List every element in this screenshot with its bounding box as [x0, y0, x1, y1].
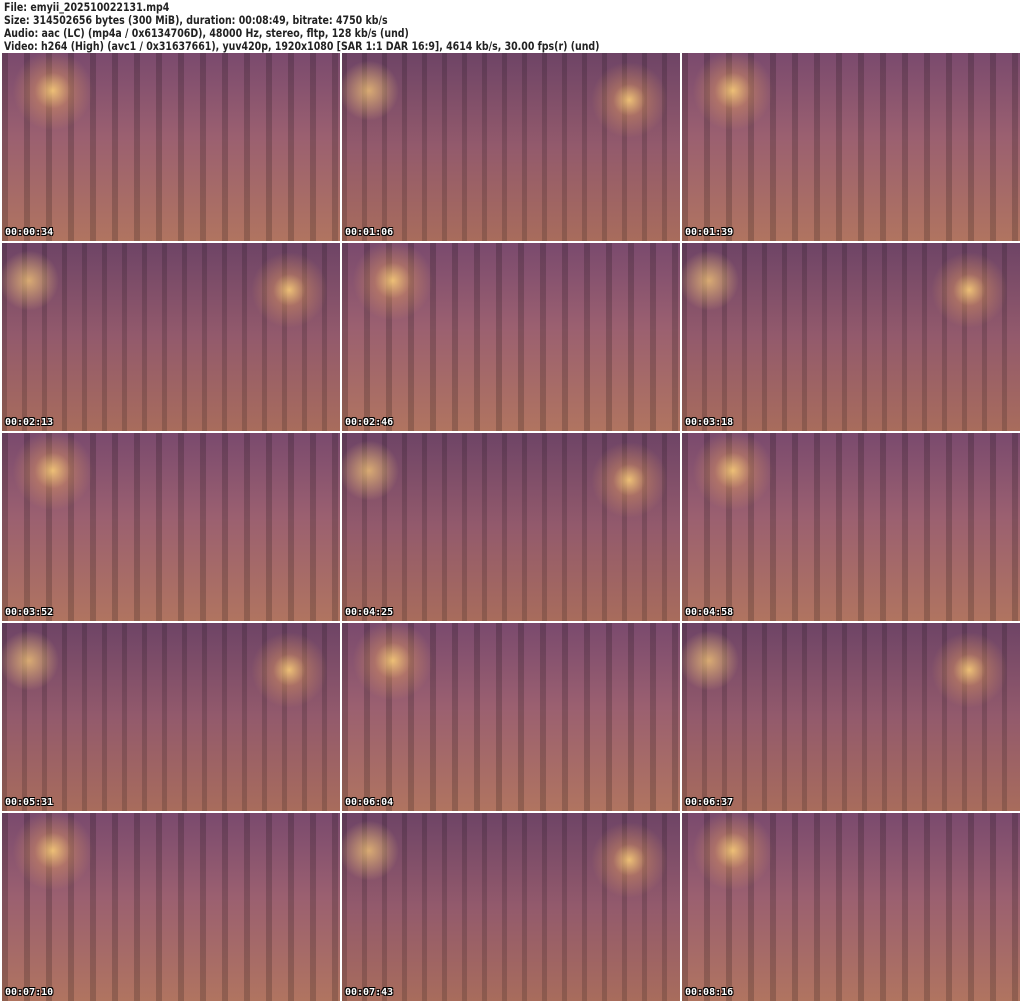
video-frame-thumbnail: 00:01:39	[682, 53, 1020, 241]
timestamp-label: 00:06:04	[345, 797, 394, 808]
file-info-header: File: emyii_202510022131.mp4 Size: 31450…	[4, 1, 599, 53]
timestamp-label: 00:06:37	[685, 797, 734, 808]
timestamp-label: 00:02:46	[345, 417, 394, 428]
timestamp-label: 00:03:52	[5, 607, 54, 618]
timestamp-label: 00:07:10	[5, 987, 54, 998]
video-frame-thumbnail: 00:05:31	[2, 623, 340, 811]
timestamp-label: 00:08:16	[685, 987, 734, 998]
video-frame-thumbnail: 00:01:06	[342, 53, 680, 241]
timestamp-label: 00:01:39	[685, 227, 734, 238]
video-frame-thumbnail: 00:07:10	[2, 813, 340, 1001]
video-frame-thumbnail: 00:04:58	[682, 433, 1020, 621]
video-frame-thumbnail: 00:03:18	[682, 243, 1020, 431]
timestamp-label: 00:05:31	[5, 797, 54, 808]
timestamp-label: 00:02:13	[5, 417, 54, 428]
timestamp-label: 00:04:58	[685, 607, 734, 618]
video-frame-thumbnail: 00:03:52	[2, 433, 340, 621]
video-frame-thumbnail: 00:02:13	[2, 243, 340, 431]
video-frame-thumbnail: 00:00:34	[2, 53, 340, 241]
video-frame-thumbnail: 00:06:04	[342, 623, 680, 811]
thumbnail-grid: 00:00:34 00:01:06 00:01:39 00:02:13 00:02:46…	[2, 53, 1020, 1001]
timestamp-label: 00:01:06	[345, 227, 394, 238]
timestamp-label: 00:04:25	[345, 607, 394, 618]
timestamp-label: 00:07:43	[345, 987, 394, 998]
timestamp-label: 00:00:34	[5, 227, 54, 238]
video-frame-thumbnail: 00:08:16	[682, 813, 1020, 1001]
video-frame-thumbnail: 00:04:25	[342, 433, 680, 621]
video-frame-thumbnail: 00:06:37	[682, 623, 1020, 811]
timestamp-label: 00:03:18	[685, 417, 734, 428]
video-frame-thumbnail: 00:02:46	[342, 243, 680, 431]
video-info: Video: h264 (High) (avc1 / 0x31637661), …	[4, 39, 600, 53]
video-frame-thumbnail: 00:07:43	[342, 813, 680, 1001]
